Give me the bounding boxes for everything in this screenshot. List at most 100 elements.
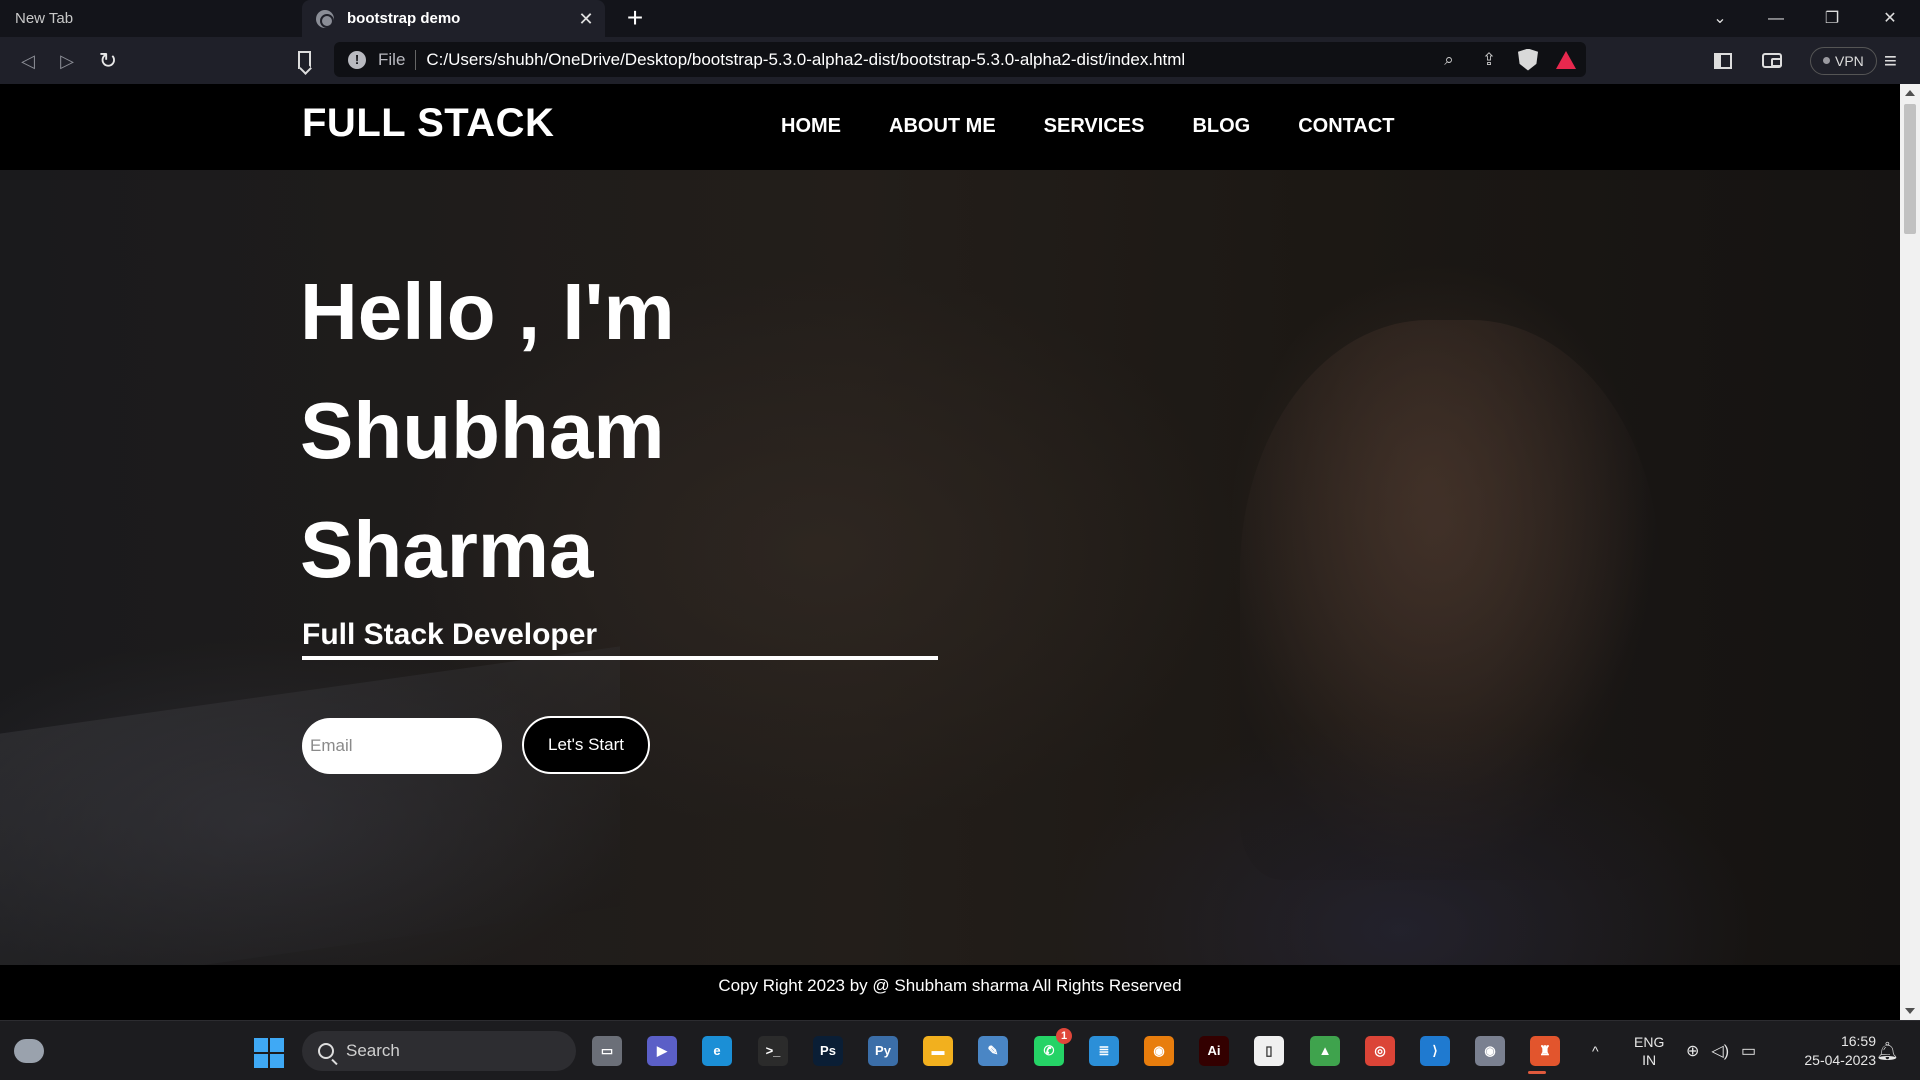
- new-tab-button[interactable]: +: [620, 3, 650, 33]
- scroll-thumb[interactable]: [1904, 104, 1916, 234]
- globe-icon: [316, 9, 334, 28]
- vpn-status-dot: [1823, 57, 1830, 64]
- clock-time: 16:59: [1840, 1033, 1876, 1049]
- language-line-1: ENG: [1634, 1034, 1665, 1050]
- site-footer: Copy Right 2023 by @ Shubham sharma All …: [0, 965, 1900, 1020]
- tab-list-button[interactable]: ⌄: [1700, 0, 1740, 37]
- reload-button[interactable]: ↻: [94, 47, 122, 75]
- vpn-button[interactable]: VPN: [1810, 37, 1877, 84]
- notepad-icon[interactable]: ≣: [1089, 1036, 1119, 1066]
- nav-links: HOME ABOUT ME SERVICES BLOG CONTACT: [781, 115, 1395, 138]
- battery-icon: ▭: [1741, 1043, 1757, 1060]
- wallet-button[interactable]: [1762, 37, 1782, 84]
- search-icon: [318, 1043, 334, 1059]
- hero-heading: Hello , I'm Shubham Sharma: [300, 252, 675, 609]
- share-icon[interactable]: ⇪: [1478, 49, 1500, 71]
- notifications-button[interactable]: 🔔︎: [1876, 1021, 1899, 1080]
- page-scrollbar[interactable]: [1900, 84, 1920, 1020]
- windows-start-icon[interactable]: [254, 1038, 284, 1068]
- hero-section: [0, 170, 1900, 1020]
- hero-heading-line-1: Hello , I'm: [300, 267, 675, 356]
- active-app-indicator: [1528, 1071, 1546, 1074]
- nav-services[interactable]: SERVICES: [1044, 115, 1145, 138]
- system-tray-icons[interactable]: ⊕ ◁) ▭: [1686, 1021, 1756, 1080]
- weather-widget-icon[interactable]: [14, 1039, 44, 1063]
- hero-background-laptop: [0, 646, 620, 994]
- edge-icon[interactable]: e: [702, 1036, 732, 1066]
- notification-badge: 1: [1056, 1028, 1072, 1044]
- site-logo[interactable]: FULL STACK: [302, 101, 554, 146]
- network-icon: ⊕: [1686, 1043, 1700, 1060]
- nav-home[interactable]: HOME: [781, 115, 841, 138]
- hero-heading-line-3: Sharma: [300, 505, 594, 594]
- zoom-icon[interactable]: ⌕: [1438, 49, 1460, 71]
- hero-heading-line-2: Shubham: [300, 386, 665, 475]
- site-info-icon[interactable]: !: [348, 50, 366, 69]
- email-input[interactable]: [302, 718, 502, 774]
- scroll-up-arrow[interactable]: [1905, 90, 1915, 96]
- taskbar-search-label: Search: [346, 1041, 400, 1060]
- nav-blog[interactable]: BLOG: [1192, 115, 1250, 138]
- scroll-down-arrow[interactable]: [1905, 1008, 1915, 1014]
- tab-new-tab[interactable]: New Tab: [0, 0, 300, 37]
- volume-icon: ◁): [1711, 1043, 1730, 1060]
- tab-bootstrap-demo[interactable]: bootstrap demo ✕: [302, 0, 605, 37]
- close-window-button[interactable]: ✕: [1870, 0, 1910, 37]
- notification-bell-icon: 🔔︎: [1876, 1040, 1899, 1061]
- notepad-app-icon[interactable]: ✎: [978, 1036, 1008, 1066]
- omnibox-actions: ⌕ ⇪: [1438, 42, 1576, 77]
- wallet-icon: [1762, 53, 1782, 68]
- nav-about-me[interactable]: ABOUT ME: [889, 115, 996, 138]
- task-view-icon[interactable]: ▭: [592, 1036, 622, 1066]
- camera-icon[interactable]: ◉: [1475, 1036, 1505, 1066]
- python-icon[interactable]: Py: [868, 1036, 898, 1066]
- file-explorer-icon[interactable]: ▬: [923, 1036, 953, 1066]
- back-button[interactable]: ◁: [14, 47, 42, 75]
- nav-contact[interactable]: CONTACT: [1298, 115, 1394, 138]
- vscode-icon[interactable]: ⟩: [1420, 1036, 1450, 1066]
- image-viewer-icon[interactable]: ▲: [1310, 1036, 1340, 1066]
- blender-icon[interactable]: ◉: [1144, 1036, 1174, 1066]
- url-scheme-label: File: [378, 49, 406, 69]
- illustrator-icon[interactable]: Ai: [1199, 1036, 1229, 1066]
- taskbar-clock[interactable]: 16:59 25-04-2023: [1780, 1032, 1876, 1070]
- chrome-icon[interactable]: ◎: [1365, 1036, 1395, 1066]
- restore-button[interactable]: ❐: [1812, 0, 1852, 37]
- sidebar-icon: [1714, 52, 1732, 69]
- language-line-2: IN: [1642, 1052, 1657, 1068]
- taskbar-search[interactable]: Search: [302, 1031, 576, 1071]
- hamburger-menu-icon: ≡: [1884, 47, 1897, 73]
- bookmark-icon[interactable]: [298, 51, 311, 69]
- whatsapp-icon[interactable]: ✆ 1: [1034, 1028, 1072, 1066]
- teams-icon[interactable]: ▶: [647, 1036, 677, 1066]
- tray-overflow[interactable]: ^: [1592, 1021, 1599, 1080]
- clock-date: 25-04-2023: [1804, 1052, 1876, 1068]
- address-separator: [415, 49, 417, 70]
- browser-menu-button[interactable]: ≡: [1884, 37, 1897, 84]
- terminal-icon[interactable]: >_: [758, 1036, 788, 1066]
- vpn-label: VPN: [1835, 52, 1864, 69]
- browser-toolbar: ◁ ▷ ↻ ! File C:/Users/shubh/OneDrive/Des…: [0, 37, 1920, 84]
- chevron-up-icon: ^: [1592, 1043, 1599, 1059]
- minimize-button[interactable]: —: [1756, 0, 1796, 37]
- page-viewport: FULL STACK HOME ABOUT ME SERVICES BLOG C…: [0, 84, 1900, 1020]
- address-bar[interactable]: ! File C:/Users/shubh/OneDrive/Desktop/b…: [334, 42, 1586, 77]
- brave-rewards-icon[interactable]: [1556, 50, 1576, 69]
- photoshop-icon[interactable]: Ps: [813, 1036, 843, 1066]
- site-navbar: FULL STACK HOME ABOUT ME SERVICES BLOG C…: [0, 84, 1900, 170]
- brave-icon[interactable]: ♜: [1530, 1036, 1560, 1066]
- hero-background-person: [1240, 320, 1660, 880]
- brave-shields-icon[interactable]: [1518, 48, 1538, 71]
- browser-tab-strip: New Tab bootstrap demo ✕ + ⌄ — ❐ ✕: [0, 0, 1920, 37]
- lets-start-button[interactable]: Let's Start: [522, 716, 650, 774]
- language-indicator[interactable]: ENG IN: [1634, 1021, 1664, 1080]
- close-tab-icon[interactable]: ✕: [575, 8, 597, 30]
- forward-button[interactable]: ▷: [53, 47, 81, 75]
- hero-subtitle: Full Stack Developer: [302, 618, 938, 660]
- url-text[interactable]: C:/Users/shubh/OneDrive/Desktop/bootstra…: [426, 50, 1185, 70]
- tab-title: New Tab: [15, 10, 74, 27]
- windows-taskbar: Search ▭ ▶ e >_ Ps Py ▬ ✎ ✆ 1 ≣ ◉ Ai ▯ ▲ ◎ ⟩ ◉ ♜ ^ ENG IN …: [0, 1020, 1920, 1080]
- tab-title: bootstrap demo: [347, 10, 461, 27]
- blank-document-icon[interactable]: ▯: [1254, 1036, 1284, 1066]
- sidebar-toggle[interactable]: [1714, 37, 1732, 84]
